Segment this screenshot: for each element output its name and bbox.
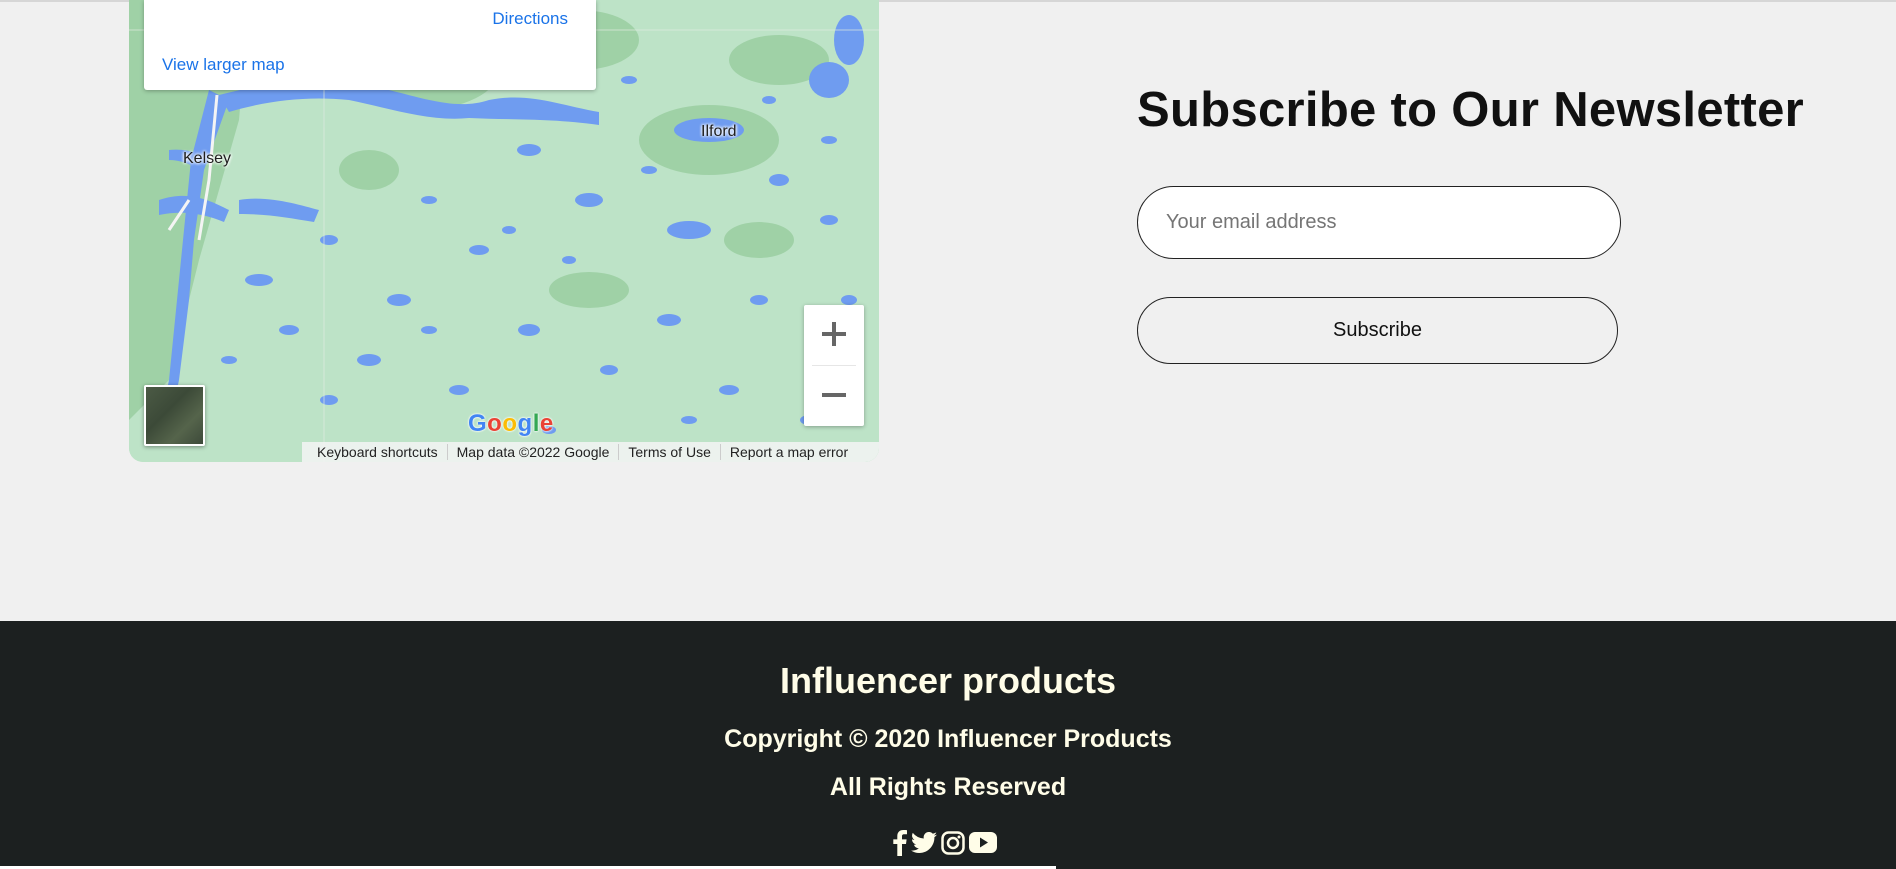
keyboard-shortcuts-link[interactable]: Keyboard shortcuts — [308, 444, 448, 460]
embedded-map[interactable]: Kelsey Ilford Directions View larger map… — [129, 0, 879, 462]
site-footer: Influencer products Copyright © 2020 Inf… — [0, 621, 1896, 869]
newsletter-title: Subscribe to Our Newsletter — [1137, 83, 1805, 137]
facebook-icon[interactable] — [892, 829, 907, 861]
google-logo: Google — [468, 410, 554, 437]
map-label-ilford: Ilford — [701, 123, 737, 140]
email-input[interactable] — [1137, 186, 1621, 259]
map-data-text: Map data ©2022 Google — [448, 444, 620, 460]
plus-icon-vertical — [832, 322, 836, 346]
subscribe-button[interactable]: Subscribe — [1137, 297, 1618, 364]
footer-rights: All Rights Reserved — [829, 773, 1067, 801]
terms-of-use-link[interactable]: Terms of Use — [619, 444, 721, 460]
footer-copyright: Copyright © 2020 Influencer Products — [724, 725, 1172, 753]
view-larger-map-link[interactable]: View larger map — [162, 55, 285, 75]
map-label-kelsey: Kelsey — [183, 150, 232, 167]
instagram-icon[interactable] — [941, 830, 965, 860]
social-links — [892, 829, 997, 861]
directions-link[interactable]: Directions — [492, 9, 568, 29]
map-info-card: Directions View larger map — [144, 0, 596, 90]
report-map-error-link[interactable]: Report a map error — [721, 444, 857, 460]
minus-icon — [822, 393, 846, 397]
zoom-in-button[interactable] — [804, 305, 864, 365]
footer-brand: Influencer products — [779, 660, 1117, 701]
youtube-icon[interactable] — [969, 832, 997, 858]
map-attribution-bar: Keyboard shortcuts Map data ©2022 Google… — [302, 442, 879, 462]
twitter-icon[interactable] — [911, 831, 937, 859]
zoom-out-button[interactable] — [804, 366, 864, 426]
zoom-control — [804, 305, 864, 426]
satellite-layer-toggle[interactable] — [144, 385, 205, 446]
